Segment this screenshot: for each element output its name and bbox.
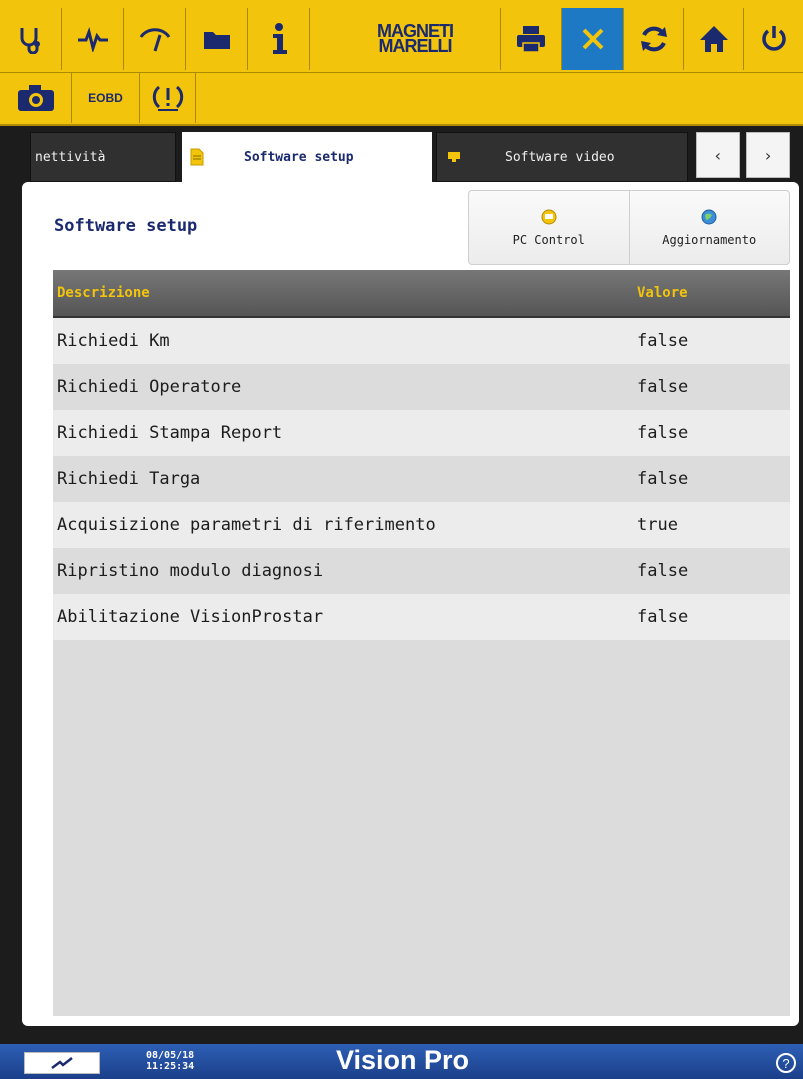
time-text: 11:25:34 [146,1061,195,1072]
row-value: false [637,377,689,397]
settings-table: Descrizione Valore Richiedi Km false Ric… [53,270,790,1016]
table-row[interactable]: Richiedi Km false [53,318,790,364]
tab-connettivita[interactable]: nettività [30,132,176,182]
tab-label: Software video [505,149,615,165]
tab-software-setup[interactable]: Software setup [182,132,432,182]
camera-icon [17,85,54,111]
table-row[interactable]: Ripristino modulo diagnosi false [53,548,790,594]
folder-icon [203,32,230,49]
chevron-right-icon: › [763,145,773,165]
signal-icon [51,1057,73,1069]
table-row[interactable]: Richiedi Targa false [53,456,790,502]
printer-icon [517,26,545,53]
ecg-button[interactable] [62,8,124,70]
row-value: false [637,607,689,627]
page-title: Software setup [54,216,198,236]
header-value: Valore [637,285,688,301]
update-globe-icon [701,209,717,224]
row-description: Abilitazione VisionProstar [57,607,324,627]
home-button[interactable] [684,8,744,70]
update-label: Aggiornamento [662,232,757,247]
date-text: 08/05/18 [146,1050,195,1061]
pc-control-label: PC Control [512,232,585,247]
row-value: false [637,423,689,443]
tab-scroll-left-button[interactable]: ‹ [696,132,740,178]
help-icon: ? [782,1055,790,1071]
tools-icon [582,28,603,50]
row-description: Richiedi Stampa Report [57,423,283,443]
camera-button[interactable] [0,73,72,123]
logo-line-2: MARELLI [378,36,453,56]
brand-logo: MAGNETI MARELLI [330,14,500,64]
table-row[interactable]: Acquisizione parametri di riferimento tr… [53,502,790,548]
tab-scroll-right-button[interactable]: › [746,132,790,178]
row-value: true [637,515,678,535]
table-row[interactable]: Abilitazione VisionProstar false [53,594,790,640]
print-button[interactable] [500,8,562,70]
table-row[interactable]: Richiedi Stampa Report false [53,410,790,456]
row-description: Richiedi Km [57,331,170,351]
eobd-label: EOBD [88,91,123,105]
folder-button[interactable] [186,8,248,70]
top-toolbar: MAGNETI MARELLI EOBD [0,0,803,126]
status-bar: 08/05/18 11:25:34 Vision Pro ? [0,1044,803,1079]
secondary-toolbar-row: EOBD [0,72,803,123]
table-header: Descrizione Valore [53,270,790,318]
refresh-icon [640,26,667,52]
table-row[interactable]: Richiedi Operatore false [53,364,790,410]
ecg-icon [77,26,108,52]
power-button[interactable] [744,8,803,70]
row-description: Ripristino modulo diagnosi [57,561,324,581]
gauge-icon [139,28,170,52]
stethoscope-icon [20,28,40,54]
tools-button[interactable] [562,8,624,70]
header-description: Descrizione [57,285,150,301]
product-name: Vision Pro [336,1045,470,1075]
tab-strip: nettività Software setup Software video … [0,124,803,182]
eobd-button[interactable]: EOBD [72,73,140,123]
row-description: Richiedi Operatore [57,377,242,397]
info-icon [272,23,287,54]
tpms-button[interactable] [140,73,196,123]
connection-status-button[interactable] [24,1052,100,1074]
row-value: false [637,561,689,581]
datetime: 08/05/18 11:25:34 [146,1050,194,1072]
row-description: Richiedi Targa [57,469,201,489]
info-button[interactable] [248,8,310,70]
refresh-button[interactable] [624,8,684,70]
help-button[interactable]: ? [776,1053,796,1073]
row-value: false [637,331,689,351]
pc-control-icon [541,209,557,224]
chevron-left-icon: ‹ [713,145,723,165]
document-icon [190,148,204,166]
stethoscope-button[interactable] [0,8,62,70]
home-icon [699,26,728,52]
power-icon [761,26,786,51]
settings-panel: Software setup PC Control Aggiornamento … [22,182,799,1026]
pc-control-button[interactable]: PC Control [469,191,629,264]
tpms-warning-icon [152,85,183,111]
table-body: Richiedi Km false Richiedi Operatore fal… [53,318,790,640]
panel-actions: PC Control Aggiornamento [468,190,790,265]
update-button[interactable]: Aggiornamento [628,191,790,264]
tab-label: nettività [35,149,106,165]
monitor-icon [448,152,460,162]
row-value: false [637,469,689,489]
main-toolbar-row: MAGNETI MARELLI [0,8,803,72]
gauge-button[interactable] [124,8,186,70]
tab-label: Software setup [244,149,354,165]
row-description: Acquisizione parametri di riferimento [57,515,436,535]
tab-software-video[interactable]: Software video [436,132,688,182]
